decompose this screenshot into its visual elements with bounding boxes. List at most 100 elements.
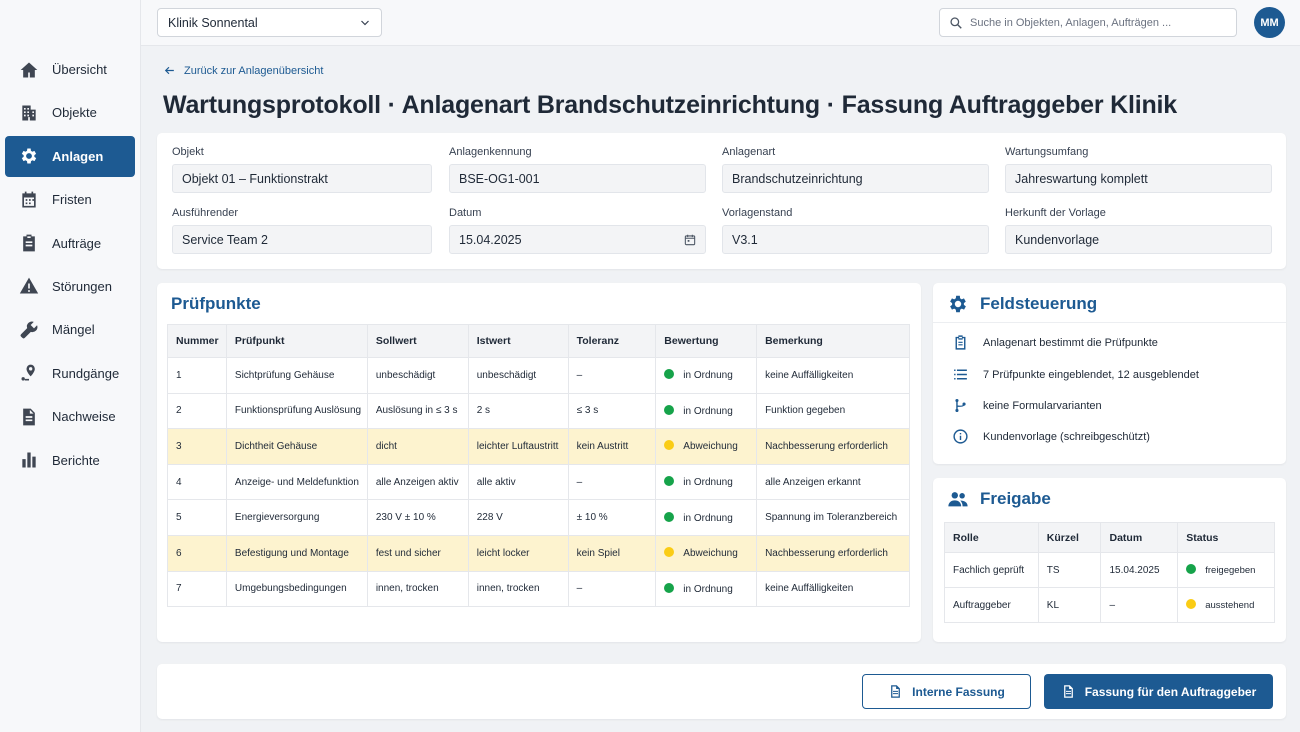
column-header: Prüfpunkt bbox=[225, 324, 368, 358]
sidebar-item-uebersicht[interactable]: Übersicht bbox=[5, 49, 135, 90]
field-label: Wartungsumfang bbox=[1005, 146, 1089, 158]
sidebar-item-berichte[interactable]: Berichte bbox=[5, 440, 135, 481]
status-dot-warn bbox=[1186, 599, 1197, 609]
cell-bemerkung: keine Auffälligkeiten bbox=[756, 357, 910, 394]
status-dot-ok bbox=[664, 369, 675, 380]
cell-istwert: innen, trocken bbox=[467, 570, 569, 608]
clipboard-icon bbox=[19, 233, 39, 253]
field-label: Objekt bbox=[172, 146, 204, 158]
control-item: Kundenvorlage (schreibgeschützt) bbox=[952, 428, 1150, 445]
calendar-icon[interactable] bbox=[683, 233, 697, 247]
status-dot-warn bbox=[664, 440, 675, 451]
cell-toleranz: – bbox=[567, 463, 657, 501]
table-row[interactable]: 5 Energieversorgung 230 V ± 10 % 228 V ±… bbox=[167, 499, 910, 536]
bewertung-label: Abweichung bbox=[683, 548, 738, 560]
cell-toleranz: kein Austritt bbox=[567, 428, 657, 465]
column-header: Bewertung bbox=[655, 324, 758, 358]
table-header-row: Rolle Kürzel Datum Status bbox=[944, 522, 1275, 553]
ausfuehrender-field[interactable]: Service Team 2 bbox=[172, 225, 432, 254]
field-anlagenkennung: Anlagenkennung BSE-OG1-001 bbox=[449, 146, 706, 193]
table-row[interactable]: 7 Umgebungsbedingungen innen, trocken in… bbox=[167, 570, 910, 608]
client-version-label: Fassung für den Auftraggeber bbox=[1084, 684, 1257, 699]
cell-nr: 4 bbox=[167, 463, 227, 501]
sidebar-item-label: Aufträge bbox=[52, 235, 102, 251]
cell-bewertung: Abweichung bbox=[655, 534, 758, 572]
sidebar-item-stoerungen[interactable]: Störungen bbox=[5, 266, 135, 307]
datum-field[interactable]: 15.04.2025 bbox=[449, 225, 706, 254]
anlagenkennung-field[interactable]: BSE-OG1-001 bbox=[449, 164, 706, 193]
cell-pruefpunkt: Energieversorgung bbox=[225, 499, 368, 536]
chevron-down-icon bbox=[361, 20, 369, 26]
column-header: Status bbox=[1177, 522, 1275, 553]
control-title: Feldsteuerung bbox=[980, 294, 1098, 313]
sidebar-item-rundgaenge[interactable]: Rundgänge bbox=[5, 353, 135, 394]
status-dot-ok bbox=[664, 404, 675, 415]
sidebar-item-anlagen[interactable]: Anlagen bbox=[5, 135, 135, 177]
table-row[interactable]: 6 Befestigung und Montage fest und siche… bbox=[167, 534, 910, 572]
bewertung-label: in Ordnung bbox=[683, 583, 733, 595]
sidebar-item-label: Berichte bbox=[52, 452, 100, 468]
control-item: Anlagenart bestimmt die Prüfpunkte bbox=[952, 334, 1158, 351]
cell-istwert: alle aktiv bbox=[467, 463, 569, 501]
field-vorlagenstand: Vorlagenstand V3.1 bbox=[722, 207, 989, 254]
cell-istwert: leichter Luftaustritt bbox=[467, 428, 569, 465]
clipboard-icon bbox=[955, 335, 966, 350]
table-row[interactable]: 2 Funktionsprüfung Auslösung Auslösung i… bbox=[167, 392, 910, 430]
release-title-wrap: Freigabe bbox=[947, 488, 1051, 510]
actions-bar: Interne Fassung Fassung für den Auftragg… bbox=[157, 664, 1286, 719]
cell-sollwert: 230 V ± 10 % bbox=[366, 499, 469, 536]
sidebar-item-fristen[interactable]: Fristen bbox=[5, 179, 135, 220]
building-icon bbox=[19, 103, 39, 123]
sidebar-item-nachweise[interactable]: Nachweise bbox=[5, 396, 135, 437]
arrow-left-icon bbox=[164, 66, 174, 75]
avatar[interactable]: MM bbox=[1254, 7, 1285, 38]
clinic-select-value: Klinik Sonnental bbox=[168, 15, 258, 30]
search-input[interactable] bbox=[970, 16, 1225, 29]
status-dot-ok bbox=[1186, 564, 1197, 574]
sidebar-item-label: Anlagen bbox=[52, 148, 104, 164]
table-row[interactable]: Fachlich geprüft TS 15.04.2025 freigegeb… bbox=[944, 552, 1275, 588]
back-link[interactable]: Zurück zur Anlagenübersicht bbox=[163, 64, 323, 77]
cell-nr: 6 bbox=[167, 534, 227, 572]
cell-toleranz: ± 10 % bbox=[567, 499, 657, 536]
internal-version-button[interactable]: Interne Fassung bbox=[862, 674, 1031, 709]
cell-istwert: unbeschädigt bbox=[467, 357, 569, 394]
cell-sollwert: unbeschädigt bbox=[366, 357, 469, 394]
table-row[interactable]: 4 Anzeige- und Meldefunktion alle Anzeig… bbox=[167, 463, 910, 501]
table-row[interactable]: 3 Dichtheit Gehäuse dicht leichter Lufta… bbox=[167, 428, 910, 465]
field-objekt: Objekt Objekt 01 – Funktionstrakt bbox=[172, 146, 432, 193]
protocol-meta-card: Objekt Objekt 01 – Funktionstrakt Anlage… bbox=[157, 133, 1286, 269]
cell-sollwert: dicht bbox=[366, 428, 469, 465]
bewertung-label: in Ordnung bbox=[683, 370, 733, 382]
status-dot-ok bbox=[664, 511, 675, 522]
sidebar-item-maengel[interactable]: Mängel bbox=[5, 309, 135, 350]
cell-nr: 5 bbox=[167, 499, 227, 536]
vorlagenstand-field[interactable]: V3.1 bbox=[722, 225, 989, 254]
divider bbox=[933, 322, 1286, 323]
checks-table: Nummer Prüfpunkt Sollwert Istwert Tolera… bbox=[167, 324, 910, 608]
cell-pruefpunkt: Anzeige- und Meldefunktion bbox=[225, 463, 368, 501]
herkunft-field[interactable]: Kundenvorlage bbox=[1005, 225, 1272, 254]
cell-bemerkung: alle Anzeigen erkannt bbox=[756, 463, 910, 501]
anlagenart-field[interactable]: Brandschutzeinrichtung bbox=[722, 164, 989, 193]
field-anlagenart: Anlagenart Brandschutzeinrichtung bbox=[722, 146, 989, 193]
branch-icon bbox=[955, 398, 966, 413]
route-pin-icon bbox=[19, 363, 39, 383]
wartungsumfang-field[interactable]: Jahreswartung komplett bbox=[1005, 164, 1272, 193]
clinic-select[interactable]: Klinik Sonnental bbox=[157, 8, 382, 37]
sidebar-item-objekte[interactable]: Objekte bbox=[5, 92, 135, 133]
cell-pruefpunkt: Dichtheit Gehäuse bbox=[225, 428, 368, 465]
cell-bemerkung: Spannung im Toleranzbereich bbox=[756, 499, 910, 536]
cell-bewertung: in Ordnung bbox=[655, 392, 758, 430]
objekt-field[interactable]: Objekt 01 – Funktionstrakt bbox=[172, 164, 432, 193]
sidebar-item-auftraege[interactable]: Aufträge bbox=[5, 223, 135, 264]
table-row[interactable]: 1 Sichtprüfung Gehäuse unbeschädigt unbe… bbox=[167, 357, 910, 394]
cell-nr: 2 bbox=[167, 392, 227, 430]
column-header: Bemerkung bbox=[756, 324, 910, 358]
table-row[interactable]: Auftraggeber KL – ausstehend bbox=[944, 587, 1275, 623]
list-icon bbox=[954, 369, 967, 380]
client-version-button[interactable]: Fassung für den Auftraggeber bbox=[1044, 674, 1273, 709]
sidebar-nav: Übersicht Objekte Anlagen Fristen Aufträ… bbox=[5, 49, 135, 483]
cell-pruefpunkt: Sichtprüfung Gehäuse bbox=[225, 357, 368, 394]
status-badge: ausstehend bbox=[1205, 600, 1255, 611]
